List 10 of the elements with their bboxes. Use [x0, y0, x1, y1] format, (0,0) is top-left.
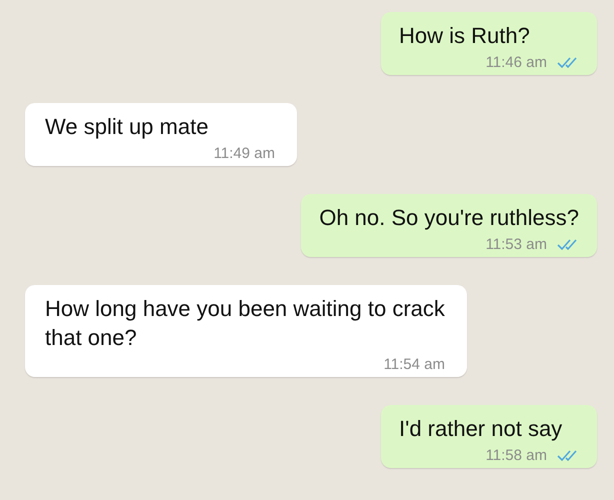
message-time: 11:46 am	[486, 54, 547, 71]
message-time: 11:53 am	[486, 236, 547, 253]
message-text: How long have you been waiting to crack that one?	[45, 295, 445, 352]
message-text: I'd rather not say	[399, 415, 564, 443]
message-text: How is Ruth?	[399, 22, 531, 50]
message-time: 11:49 am	[214, 145, 275, 162]
message-time: 11:54 am	[384, 356, 445, 373]
message-text: Oh no. So you're ruthless?	[319, 204, 579, 232]
message-time: 11:58 am	[486, 447, 547, 464]
message-text: We split up mate	[45, 113, 210, 141]
